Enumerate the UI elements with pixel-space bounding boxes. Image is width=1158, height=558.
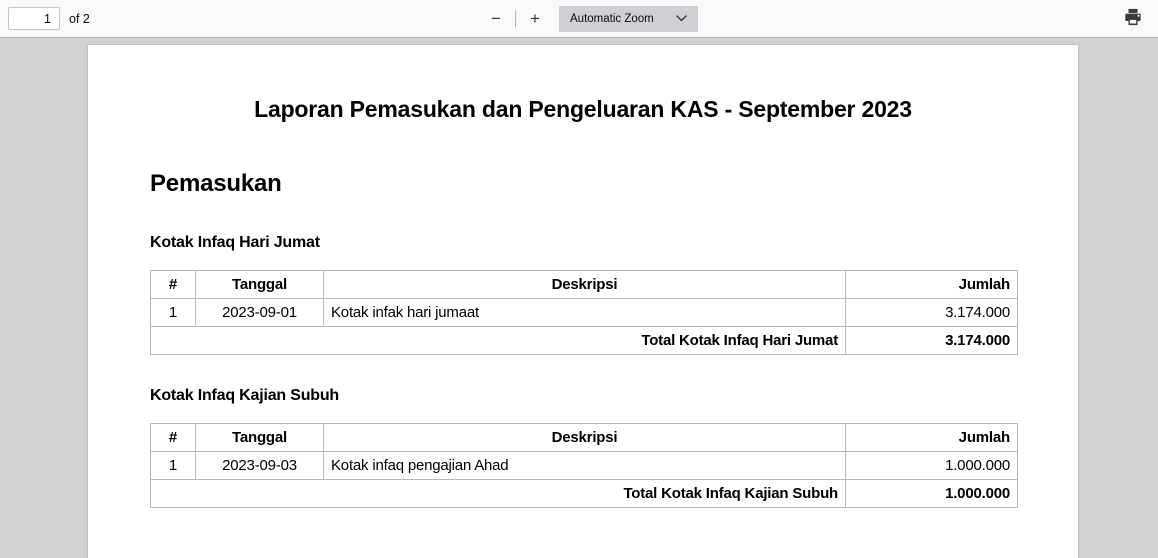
table-header-row: # Tanggal Deskripsi Jumlah — [150, 423, 1018, 452]
column-header-tanggal: Tanggal — [195, 423, 324, 452]
column-header-jumlah: Jumlah — [845, 270, 1018, 299]
subsection-heading-kotak-infaq-kajian-subuh: Kotak Infaq Kajian Subuh — [150, 387, 339, 404]
table-row: 1 2023-09-01 Kotak infak hari jumaat 3.1… — [150, 298, 1018, 327]
column-header-number: # — [150, 270, 196, 299]
table-header-row: # Tanggal Deskripsi Jumlah — [150, 270, 1018, 299]
toolbar-right-group — [1119, 5, 1147, 33]
total-value-cell: 3.174.000 — [845, 326, 1018, 355]
column-header-jumlah: Jumlah — [845, 423, 1018, 452]
section-heading-pemasukan: Pemasukan — [150, 170, 282, 197]
total-label-cell: Total Kotak Infaq Hari Jumat — [150, 326, 846, 355]
document-title: Laporan Pemasukan dan Pengeluaran KAS - … — [254, 96, 912, 122]
page-number-input[interactable] — [8, 7, 60, 30]
zoom-level-value: Automatic Zoom — [570, 12, 654, 25]
page-count-label: of 2 — [69, 11, 90, 26]
page-navigation: of 2 — [8, 7, 90, 30]
column-header-deskripsi: Deskripsi — [323, 423, 846, 452]
chevron-down-icon — [676, 13, 687, 25]
pdf-page: Laporan Pemasukan dan Pengeluaran KAS - … — [88, 45, 1078, 558]
cell-jumlah: 3.174.000 — [845, 298, 1018, 327]
subsection-heading-kotak-infaq-hari-jumat: Kotak Infaq Hari Jumat — [150, 234, 320, 251]
column-header-number: # — [150, 423, 196, 452]
column-header-deskripsi: Deskripsi — [323, 270, 846, 299]
kotak-infaq-kajian-subuh-table: # Tanggal Deskripsi Jumlah 1 2023-09-03 … — [150, 423, 1018, 508]
zoom-out-button[interactable]: − — [483, 6, 509, 32]
total-value-cell: 1.000.000 — [845, 479, 1018, 508]
zoom-in-button[interactable]: + — [522, 6, 548, 32]
cell-number: 1 — [150, 298, 196, 327]
toolbar-divider — [515, 10, 516, 27]
cell-tanggal: 2023-09-01 — [195, 298, 324, 327]
cell-tanggal: 2023-09-03 — [195, 451, 324, 480]
print-button[interactable] — [1119, 5, 1147, 33]
table-total-row: Total Kotak Infaq Kajian Subuh 1.000.000 — [150, 479, 1018, 508]
column-header-tanggal: Tanggal — [195, 270, 324, 299]
pdf-toolbar: of 2 − + Automatic Zoom — [0, 0, 1158, 38]
cell-jumlah: 1.000.000 — [845, 451, 1018, 480]
printer-icon — [1124, 8, 1142, 29]
table-row: 1 2023-09-03 Kotak infaq pengajian Ahad … — [150, 451, 1018, 480]
cell-deskripsi: Kotak infak hari jumaat — [323, 298, 846, 327]
total-label-cell: Total Kotak Infaq Kajian Subuh — [150, 479, 846, 508]
zoom-level-select[interactable]: Automatic Zoom — [559, 5, 698, 32]
cell-deskripsi: Kotak infaq pengajian Ahad — [323, 451, 846, 480]
kotak-infaq-hari-jumat-table: # Tanggal Deskripsi Jumlah 1 2023-09-01 … — [150, 270, 1018, 355]
cell-number: 1 — [150, 451, 196, 480]
pdf-viewer-area[interactable]: Laporan Pemasukan dan Pengeluaran KAS - … — [0, 38, 1158, 558]
zoom-controls: − + Automatic Zoom — [483, 0, 698, 37]
table-total-row: Total Kotak Infaq Hari Jumat 3.174.000 — [150, 326, 1018, 355]
